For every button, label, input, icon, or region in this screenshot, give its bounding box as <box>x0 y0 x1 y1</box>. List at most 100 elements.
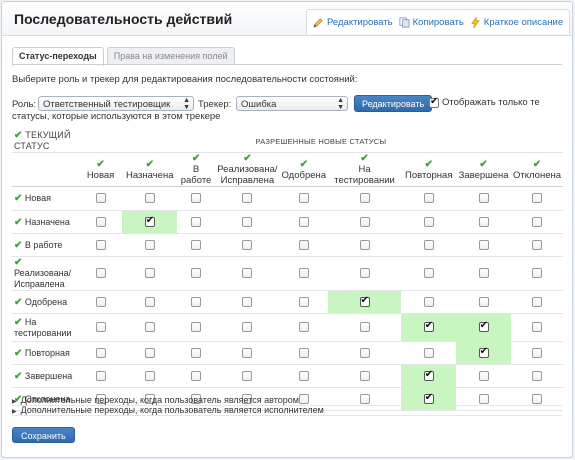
extra-assignee-transitions[interactable]: ▶ Дополнительные переходы, когда пользова… <box>12 405 562 416</box>
transition-checkbox[interactable] <box>478 346 489 358</box>
transition-checkbox[interactable] <box>242 268 253 279</box>
transition-checkbox[interactable] <box>359 268 370 279</box>
transition-checkbox[interactable] <box>95 347 106 358</box>
transition-checkbox[interactable] <box>359 193 370 204</box>
transition-checkbox[interactable] <box>298 296 309 307</box>
tracker-select[interactable]: Ошибка ▲ ▼ <box>236 96 348 111</box>
transition-checkbox[interactable] <box>478 370 489 381</box>
transition-checkbox[interactable] <box>478 193 489 204</box>
transition-checkbox[interactable] <box>144 239 155 250</box>
transition-cell <box>456 233 512 257</box>
only-used-checkbox[interactable] <box>429 96 439 108</box>
transition-checkbox[interactable] <box>423 347 434 358</box>
transition-checkbox[interactable] <box>359 216 370 227</box>
transition-checkbox[interactable] <box>242 370 253 381</box>
transition-cell <box>401 233 457 257</box>
copy-link[interactable]: Копировать <box>399 17 464 28</box>
transition-checkbox[interactable] <box>532 322 543 333</box>
tab-field-permissions[interactable]: Права на изменения полей <box>106 47 235 65</box>
edit-link[interactable]: Редактировать <box>313 17 393 28</box>
transition-checkbox[interactable] <box>242 239 253 250</box>
transition-checkbox[interactable] <box>242 347 253 358</box>
transition-cell <box>78 290 123 314</box>
transition-checkbox[interactable] <box>242 322 253 333</box>
transition-checkbox[interactable] <box>478 320 489 333</box>
transition-checkbox[interactable] <box>95 370 106 381</box>
transition-checkbox[interactable] <box>242 296 253 307</box>
transition-checkbox[interactable] <box>298 239 309 250</box>
transition-checkbox[interactable] <box>478 216 489 227</box>
transition-checkbox[interactable] <box>423 320 434 333</box>
save-button[interactable]: Сохранить <box>12 427 75 443</box>
transition-cell <box>401 186 457 211</box>
transition-checkbox[interactable] <box>532 370 543 381</box>
transition-cell <box>327 364 402 388</box>
transition-checkbox[interactable] <box>532 296 543 307</box>
transition-cell <box>177 186 215 211</box>
transition-checkbox[interactable] <box>532 347 543 358</box>
transition-checkbox[interactable] <box>191 347 202 358</box>
grid-row: ✔ Повторная <box>12 341 563 365</box>
transition-checkbox[interactable] <box>191 322 202 333</box>
check-icon: ✔ <box>14 193 23 204</box>
transition-checkbox[interactable] <box>191 239 202 250</box>
transition-checkbox[interactable] <box>191 370 202 381</box>
transition-checkbox[interactable] <box>532 239 543 250</box>
role-select-value: Ответственный тестировщик <box>43 99 171 110</box>
edit-button[interactable]: Редактировать <box>354 95 433 112</box>
transition-checkbox[interactable] <box>95 216 106 227</box>
transition-checkbox[interactable] <box>191 268 202 279</box>
transition-checkbox[interactable] <box>95 268 106 279</box>
transition-checkbox[interactable] <box>95 239 106 250</box>
transition-cell <box>214 313 280 342</box>
transition-checkbox[interactable] <box>298 268 309 279</box>
transition-checkbox[interactable] <box>298 370 309 381</box>
check-icon: ✔ <box>14 130 23 141</box>
summary-link[interactable]: Краткое описание <box>470 16 563 28</box>
transition-checkbox[interactable] <box>532 216 543 227</box>
column-header-label: Назначена <box>126 169 174 181</box>
transition-checkbox[interactable] <box>144 296 155 307</box>
instruction-text: Выберите роль и трекер для редактировани… <box>12 74 358 85</box>
transition-checkbox[interactable] <box>242 193 253 204</box>
transition-checkbox[interactable] <box>478 296 489 307</box>
role-select[interactable]: Ответственный тестировщик ▲ ▼ <box>38 96 194 111</box>
transition-checkbox[interactable] <box>298 347 309 358</box>
transition-checkbox[interactable] <box>191 193 202 204</box>
transition-checkbox[interactable] <box>359 347 370 358</box>
transition-checkbox[interactable] <box>298 322 309 333</box>
transition-checkbox[interactable] <box>144 268 155 279</box>
transition-checkbox[interactable] <box>359 239 370 250</box>
transition-checkbox[interactable] <box>298 193 309 204</box>
transition-checkbox[interactable] <box>144 370 155 381</box>
transition-checkbox[interactable] <box>359 322 370 333</box>
transition-checkbox[interactable] <box>478 239 489 250</box>
transition-checkbox[interactable] <box>359 370 370 381</box>
transition-checkbox[interactable] <box>423 216 434 227</box>
transition-checkbox[interactable] <box>298 216 309 227</box>
transition-checkbox[interactable] <box>532 193 543 204</box>
transition-checkbox[interactable] <box>144 322 155 333</box>
transition-checkbox[interactable] <box>242 216 253 227</box>
transition-checkbox[interactable] <box>423 296 434 307</box>
transition-checkbox[interactable] <box>191 216 202 227</box>
transition-checkbox[interactable] <box>423 369 434 381</box>
transition-checkbox[interactable] <box>144 193 155 204</box>
transition-checkbox[interactable] <box>359 295 370 307</box>
transition-checkbox[interactable] <box>95 296 106 307</box>
transition-checkbox[interactable] <box>423 268 434 279</box>
transition-checkbox[interactable] <box>144 215 155 227</box>
transition-cell <box>327 313 402 342</box>
transition-checkbox[interactable] <box>144 347 155 358</box>
transition-checkbox[interactable] <box>423 239 434 250</box>
transition-checkbox[interactable] <box>532 268 543 279</box>
transition-checkbox[interactable] <box>191 296 202 307</box>
transition-cell <box>327 186 402 211</box>
transition-checkbox[interactable] <box>95 322 106 333</box>
transition-cell <box>511 233 563 257</box>
transition-checkbox[interactable] <box>95 193 106 204</box>
transition-checkbox[interactable] <box>423 193 434 204</box>
transition-checkbox[interactable] <box>478 268 489 279</box>
new-statuses-header: РАЗРЕШЕННЫЕ НОВЫЕ СТАТУСЫ <box>78 130 563 153</box>
transition-cell <box>78 210 123 234</box>
